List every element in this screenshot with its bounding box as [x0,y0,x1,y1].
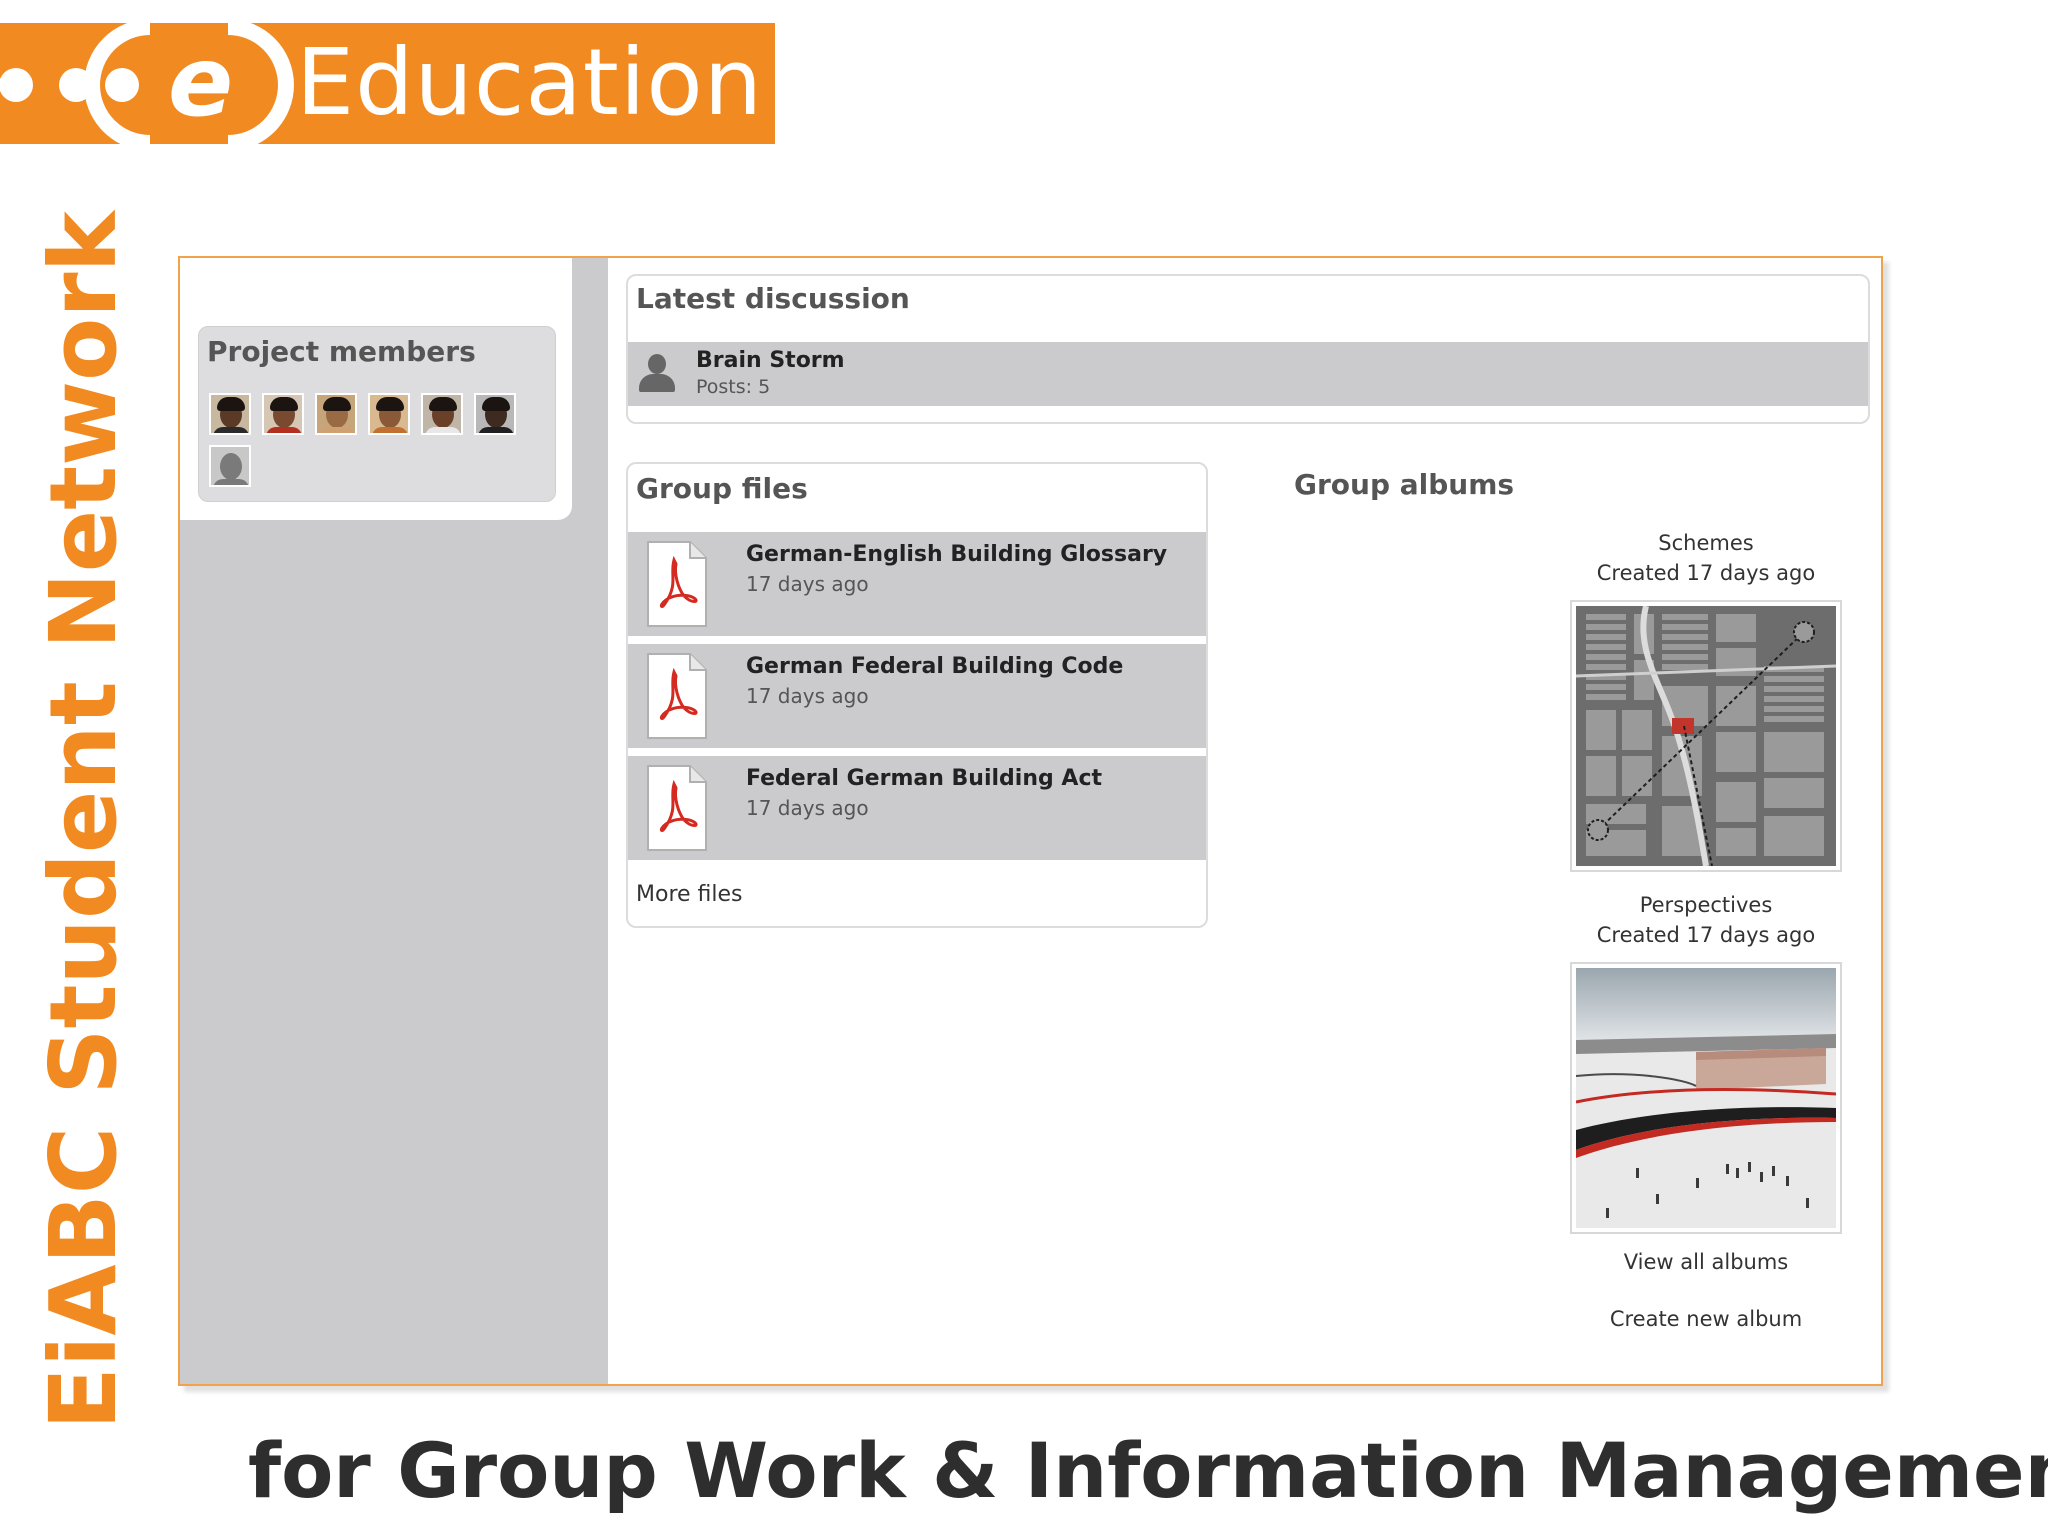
project-members-module: Project members [180,258,572,520]
member-avatar-3[interactable] [315,393,357,435]
group-files-title: Group files [636,472,808,505]
more-files-link[interactable]: More files [636,882,743,907]
group-files-panel: Group files German-English Building Glos… [626,462,1208,928]
create-new-album-link[interactable]: Create new album [1570,1307,1842,1331]
file-item[interactable]: Federal German Building Act 17 days ago [628,756,1206,860]
member-avatar-list [209,393,549,487]
file-name-link[interactable]: German Federal Building Code [746,654,1123,679]
file-item[interactable]: German Federal Building Code 17 days ago [628,644,1206,748]
album-created-date: Created 17 days ago [1596,561,1816,585]
file-date: 17 days ago [746,572,869,596]
album-name[interactable]: Perspectives [1570,890,1842,920]
user-icon [636,352,678,394]
discussion-topic-link[interactable]: Brain Storm [696,348,845,373]
file-date: 17 days ago [746,796,869,820]
file-item[interactable]: German-English Building Glossary 17 days… [628,532,1206,636]
latest-discussion-title: Latest discussion [636,282,910,315]
logo-letter: e [168,26,233,138]
member-avatar-2[interactable] [262,393,304,435]
building-perspective-image [1576,968,1836,1228]
member-avatar-1[interactable] [209,393,251,435]
file-name-link[interactable]: Federal German Building Act [746,766,1102,791]
file-date: 17 days ago [746,684,869,708]
album-name[interactable]: Schemes [1570,528,1842,558]
brand-banner: e Education [0,23,775,144]
project-members-title: Project members [207,335,476,368]
album-thumbnail[interactable] [1570,962,1842,1234]
logo-dots-icon: e [0,23,294,144]
group-albums-title: Group albums [1294,468,1515,501]
discussion-post-count: Posts: 5 [696,376,771,398]
member-avatar-5[interactable] [421,393,463,435]
discussion-item[interactable]: Brain Storm Posts: 5 [628,342,1868,406]
pdf-icon [647,541,707,627]
brand-title: Education [296,29,764,136]
default-avatar-icon[interactable] [209,445,251,487]
pdf-icon [647,765,707,851]
album-perspectives[interactable]: Perspectives Created 17 days ago [1570,890,1842,1234]
site-plan-image [1576,606,1836,866]
member-avatar-6[interactable] [474,393,516,435]
side-title: EiABC Student Network [30,211,137,1430]
project-members-box: Project members [198,326,556,502]
file-name-link[interactable]: German-English Building Glossary [746,542,1167,567]
album-created-date: Created 17 days ago [1596,923,1816,947]
album-schemes[interactable]: Schemes Created 17 days ago [1570,528,1842,872]
album-thumbnail[interactable] [1570,600,1842,872]
latest-discussion-panel: Latest discussion Brain Storm Posts: 5 [626,274,1870,424]
tagline: for Group Work & Information Management [248,1426,2048,1515]
member-avatar-4[interactable] [368,393,410,435]
view-all-albums-link[interactable]: View all albums [1570,1250,1842,1274]
group-page-screenshot: Project members Latest discussion Brain … [178,256,1883,1386]
pdf-icon [647,653,707,739]
